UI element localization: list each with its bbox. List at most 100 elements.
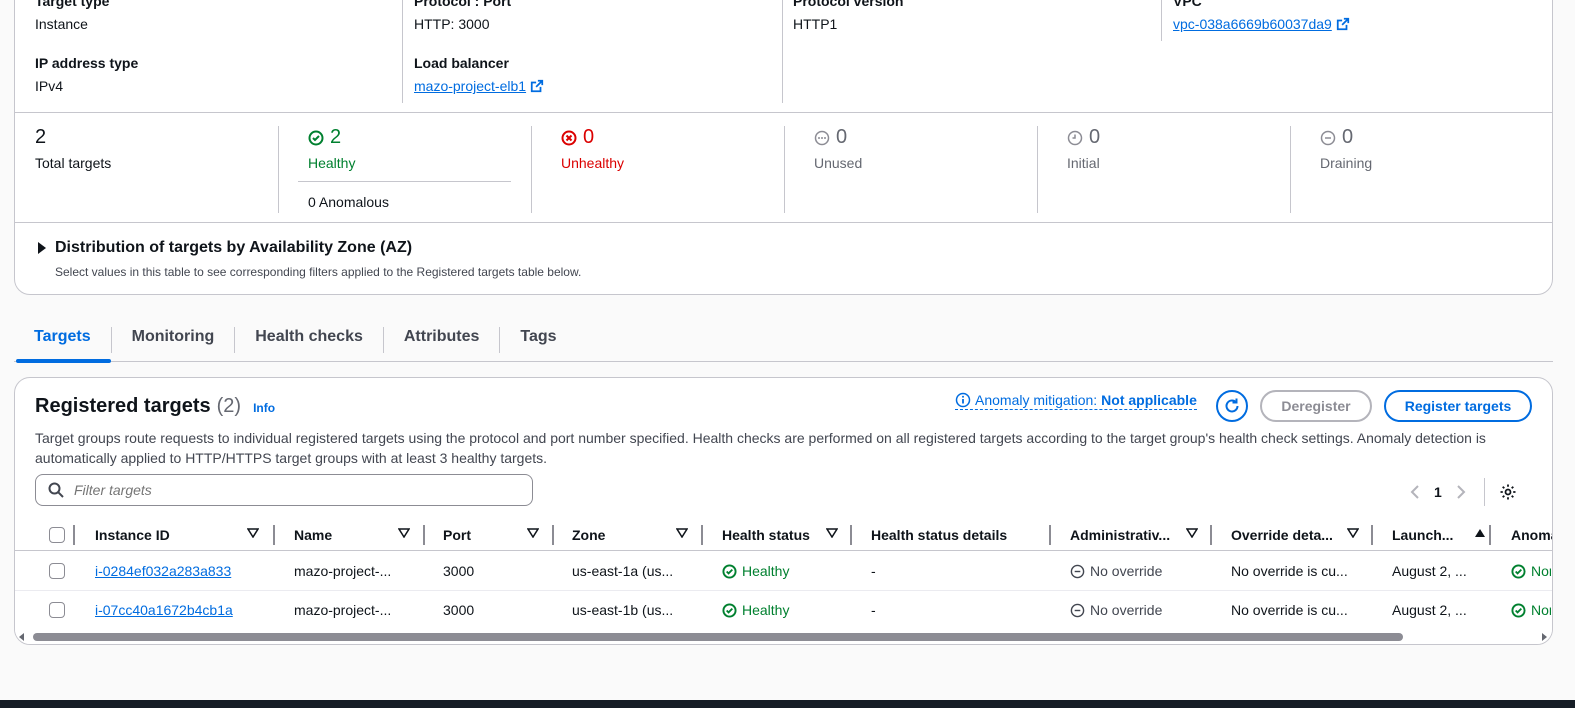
tab-health-checks[interactable]: Health checks <box>235 318 383 361</box>
refresh-icon <box>1225 398 1239 413</box>
tab-attributes[interactable]: Attributes <box>384 318 500 361</box>
port-cell: 3000 <box>443 563 475 579</box>
stat-value: 0 <box>583 126 595 148</box>
detail-vpc: VPC vpc-038a6669b60037da9 <box>1173 0 1350 32</box>
stat-label: Initial <box>1067 155 1100 171</box>
column-header-administrative[interactable]: Administrativ... <box>1070 519 1212 551</box>
stat-healthy: 2 Healthy <box>308 126 355 171</box>
table-row[interactable]: i-07cc40a1672b4cb1a mazo-project-... 300… <box>15 591 1552 630</box>
column-resizer[interactable] <box>850 525 852 545</box>
detail-protocol-version: Protocol version HTTP1 <box>793 0 903 32</box>
column-resizer[interactable] <box>1371 525 1373 545</box>
column-resizer[interactable] <box>552 525 554 545</box>
chevron-right-icon[interactable] <box>1456 485 1466 499</box>
divider <box>1037 126 1038 213</box>
info-link[interactable]: Info <box>253 401 275 415</box>
column-resizer[interactable] <box>423 525 425 545</box>
anomaly-label: Anomaly mitigation: <box>975 392 1098 408</box>
minus-circle-icon <box>1070 564 1085 578</box>
tab-tags[interactable]: Tags <box>500 318 576 361</box>
footer-bar <box>0 700 1575 708</box>
anomaly-text: Nor <box>1531 602 1551 618</box>
row-checkbox[interactable] <box>49 563 65 579</box>
health-details-cell: - <box>871 563 876 579</box>
column-header-instance-id[interactable]: Instance ID <box>95 519 273 551</box>
stat-draining: 0 Draining <box>1320 126 1372 171</box>
az-distribution-section: Distribution of targets by Availability … <box>37 239 581 279</box>
column-resizer[interactable] <box>1049 525 1051 545</box>
column-header-name[interactable]: Name <box>294 519 424 551</box>
column-header-launch-time[interactable]: Launch... <box>1392 519 1490 551</box>
clock-icon <box>1067 130 1083 145</box>
select-all-checkbox[interactable] <box>49 527 65 543</box>
load-balancer-link[interactable]: mazo-project-elb1 <box>414 78 526 94</box>
column-label: Launch... <box>1392 527 1454 543</box>
az-description: Select values in this table to see corre… <box>55 265 582 279</box>
scroll-left-icon[interactable] <box>19 633 25 641</box>
stat-value: 0 <box>1089 126 1101 148</box>
register-targets-button[interactable]: Register targets <box>1384 390 1532 422</box>
launch-time-cell: August 2, ... <box>1392 563 1467 579</box>
instance-id-link[interactable]: i-07cc40a1672b4cb1a <box>95 602 233 618</box>
column-resizer[interactable] <box>1210 525 1212 545</box>
column-header-override-details[interactable]: Override deta... <box>1231 519 1373 551</box>
column-label: Administrativ... <box>1070 527 1171 543</box>
anomaly-mitigation-link[interactable]: Anomaly mitigation: Not applicable <box>955 392 1197 410</box>
stat-initial: 0 Initial <box>1067 126 1100 171</box>
filter-targets-input[interactable] <box>74 482 494 498</box>
detail-load-balancer: Load balancer mazo-project-elb1 <box>414 55 544 94</box>
row-checkbox[interactable] <box>49 602 65 618</box>
refresh-button[interactable] <box>1216 390 1248 422</box>
column-header-port[interactable]: Port <box>443 519 553 551</box>
column-resizer[interactable] <box>73 525 75 545</box>
ellipsis-circle-icon <box>814 130 830 145</box>
detail-label: Protocol version <box>793 0 904 9</box>
sort-caret-icon <box>398 528 410 538</box>
instance-id-link[interactable]: i-0284ef032a283a833 <box>95 563 231 579</box>
administrative-cell: No override <box>1070 563 1162 579</box>
column-resizer[interactable] <box>1489 525 1491 545</box>
health-status-text: Healthy <box>742 602 790 618</box>
column-label: Health status details <box>871 527 1008 543</box>
check-circle-icon <box>722 602 737 618</box>
search-icon <box>48 482 64 498</box>
health-status-cell: Healthy <box>722 563 789 579</box>
vpc-link[interactable]: vpc-038a6669b60037da9 <box>1173 16 1332 32</box>
tab-targets[interactable]: Targets <box>14 318 111 363</box>
scroll-right-icon[interactable] <box>1541 633 1547 641</box>
name-cell: mazo-project-... <box>294 602 392 618</box>
deregister-button[interactable]: Deregister <box>1260 390 1372 422</box>
column-resizer[interactable] <box>701 525 703 545</box>
scrollbar-thumb[interactable] <box>33 633 1403 641</box>
chevron-left-icon[interactable] <box>1410 485 1420 499</box>
column-header-health-status-details[interactable]: Health status details <box>871 519 1051 551</box>
column-header-zone[interactable]: Zone <box>572 519 702 551</box>
external-link-icon <box>1336 17 1349 31</box>
check-circle-icon <box>1511 563 1526 579</box>
check-circle-icon <box>308 130 324 145</box>
tab-bar: Targets Monitoring Health checks Attribu… <box>14 318 1553 363</box>
sort-caret-icon <box>826 528 838 538</box>
sort-caret-icon <box>527 528 539 538</box>
filter-targets-field[interactable] <box>35 474 533 506</box>
tab-monitoring[interactable]: Monitoring <box>112 318 235 361</box>
section-title: Registered targets <box>35 395 211 417</box>
detail-label: Protocol : Port <box>414 0 512 9</box>
page-number[interactable]: 1 <box>1434 484 1442 500</box>
stat-value: 0 <box>1342 126 1354 148</box>
anomaly-text: Nor <box>1531 563 1551 579</box>
divider <box>1290 126 1291 213</box>
zone-cell: us-east-1b (us... <box>572 602 674 618</box>
column-header-health-status[interactable]: Health status <box>722 519 852 551</box>
info-icon <box>955 392 971 408</box>
table-row[interactable]: i-0284ef032a283a833 mazo-project-... 300… <box>15 552 1552 591</box>
stat-label: Draining <box>1320 155 1373 171</box>
row-checkbox-cell <box>49 552 65 590</box>
column-resizer[interactable] <box>273 525 275 545</box>
divider <box>782 0 783 103</box>
horizontal-scrollbar[interactable] <box>15 630 1552 644</box>
detail-ip-address-type: IP address type IPv4 <box>35 55 138 94</box>
az-expander[interactable]: Distribution of targets by Availability … <box>37 239 581 257</box>
settings-gear-icon[interactable] <box>1499 483 1517 501</box>
column-header-anomaly[interactable]: Anoma <box>1511 519 1552 551</box>
